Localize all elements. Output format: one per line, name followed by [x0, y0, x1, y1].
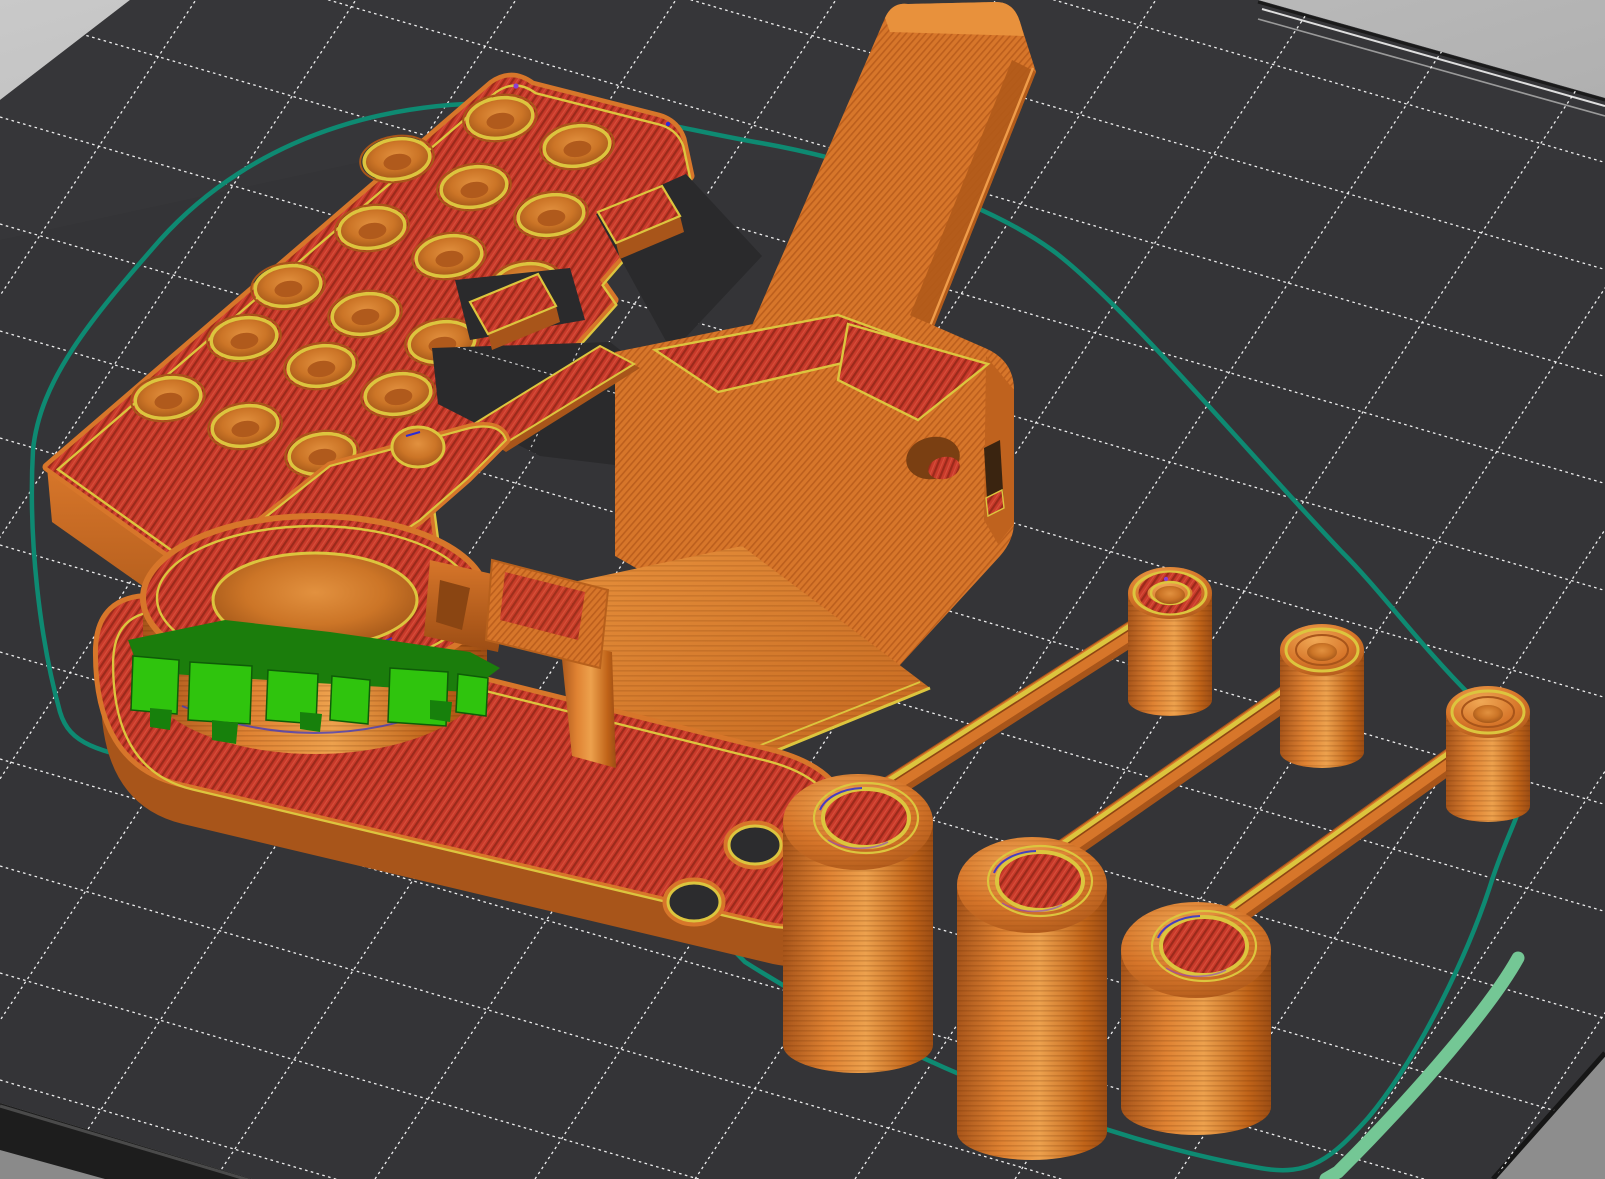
- support-pillar: [330, 676, 370, 724]
- support-pillar: [456, 674, 488, 716]
- slicer-3d-viewport[interactable]: [0, 0, 1605, 1179]
- seam-mark: [1164, 577, 1168, 581]
- seam-mark: [666, 122, 670, 126]
- pin-small-cylinder: [1446, 686, 1530, 822]
- pin-small-cylinder: [1280, 624, 1364, 768]
- oblong-through-hole: [726, 823, 784, 867]
- support-pillar: [131, 656, 179, 714]
- support-pillar: [188, 662, 252, 724]
- seam-mark: [513, 83, 518, 88]
- pin-small-cylinder: [1128, 567, 1212, 716]
- pin-large-cylinder: [957, 837, 1107, 1160]
- oblong-through-hole: [665, 880, 723, 924]
- pin-large-cylinder: [783, 774, 933, 1073]
- pin-large-cylinder: [1121, 902, 1271, 1135]
